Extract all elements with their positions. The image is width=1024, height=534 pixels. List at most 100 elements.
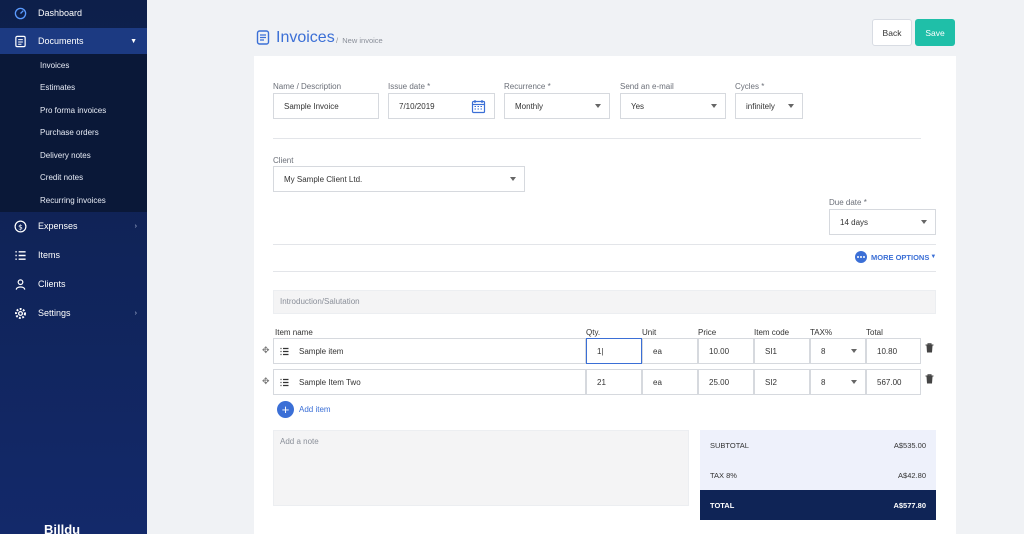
sidebar-item-items[interactable]: Items bbox=[0, 242, 147, 268]
column-header-tax: TAX% bbox=[810, 328, 833, 337]
due-date-select[interactable]: 14 days bbox=[829, 209, 936, 235]
total-field: 567.00 bbox=[866, 369, 921, 395]
documents-submenu: Invoices Estimates Pro forma invoices Pu… bbox=[0, 54, 147, 212]
issue-date-input[interactable]: 7/10/2019 bbox=[388, 93, 495, 119]
caret-down-icon bbox=[788, 104, 794, 108]
submenu-item-recurring[interactable]: Recurring invoices bbox=[40, 196, 106, 205]
subtotal-row: SUBTOTAL A$535.00 bbox=[700, 430, 936, 460]
column-header-price: Price bbox=[698, 328, 717, 337]
send-email-label: Send an e-mail bbox=[620, 82, 674, 91]
dollar-icon: $ bbox=[13, 219, 27, 233]
more-dots-icon bbox=[855, 251, 867, 263]
user-icon bbox=[13, 277, 27, 291]
document-icon bbox=[13, 34, 27, 48]
sidebar-item-label: Dashboard bbox=[38, 8, 83, 18]
send-email-select[interactable]: Yes bbox=[620, 93, 726, 119]
item-code-input[interactable]: SI2 bbox=[754, 369, 810, 395]
item-name-input[interactable]: Sample item bbox=[273, 338, 586, 364]
issue-date-label: Issue date * bbox=[388, 82, 431, 91]
total-row: TOTAL A$577.80 bbox=[700, 490, 936, 520]
calendar-icon[interactable] bbox=[471, 99, 486, 116]
price-input[interactable]: 25.00 bbox=[698, 369, 754, 395]
list-icon bbox=[13, 248, 27, 262]
tax-select[interactable]: 8 bbox=[810, 369, 866, 395]
submenu-item-invoices[interactable]: Invoices bbox=[40, 61, 69, 70]
cycles-select[interactable]: infinitely bbox=[735, 93, 803, 119]
list-icon[interactable] bbox=[280, 378, 289, 389]
sidebar-item-label: Expenses bbox=[38, 221, 78, 231]
tax-select[interactable]: 8 bbox=[810, 338, 866, 364]
unit-input[interactable]: ea bbox=[642, 338, 698, 364]
save-button[interactable]: Save bbox=[915, 19, 955, 46]
gear-icon bbox=[13, 306, 27, 320]
list-icon[interactable] bbox=[280, 347, 289, 358]
sidebar-item-dashboard[interactable]: Dashboard bbox=[0, 0, 147, 26]
brand-logo: Billdu bbox=[44, 522, 81, 534]
column-header-qty: Qty. bbox=[586, 328, 601, 337]
trash-icon[interactable] bbox=[925, 343, 934, 355]
sidebar: Dashboard Documents ▼ Invoices Estimates… bbox=[0, 0, 147, 534]
add-item-button[interactable]: + Add item bbox=[277, 401, 331, 418]
back-button[interactable]: Back bbox=[872, 19, 912, 46]
chevron-right-icon: › bbox=[134, 309, 137, 317]
sidebar-item-label: Clients bbox=[38, 279, 66, 289]
name-label: Name / Description bbox=[273, 82, 342, 91]
chevron-right-icon: › bbox=[134, 222, 137, 230]
dashboard-icon bbox=[13, 6, 27, 20]
column-header-unit: Unit bbox=[642, 328, 657, 337]
sidebar-item-settings[interactable]: Settings › bbox=[0, 300, 147, 326]
name-input[interactable]: Sample Invoice bbox=[273, 93, 379, 119]
breadcrumb: / New invoice bbox=[336, 36, 383, 45]
trash-icon[interactable] bbox=[925, 374, 934, 386]
sidebar-item-clients[interactable]: Clients bbox=[0, 271, 147, 297]
cycles-label: Cycles * bbox=[735, 82, 765, 91]
total-field: 10.80 bbox=[866, 338, 921, 364]
caret-down-icon bbox=[510, 177, 516, 181]
note-textarea[interactable]: Add a note bbox=[273, 430, 689, 506]
divider bbox=[273, 138, 921, 139]
unit-input[interactable]: ea bbox=[642, 369, 698, 395]
submenu-item-delivery-notes[interactable]: Delivery notes bbox=[40, 151, 91, 160]
client-select[interactable]: My Sample Client Ltd. bbox=[273, 166, 525, 192]
sidebar-item-label: Settings bbox=[38, 308, 71, 318]
sidebar-item-label: Items bbox=[38, 250, 61, 260]
item-code-input[interactable]: SI1 bbox=[754, 338, 810, 364]
column-header-item-name: Item name bbox=[275, 328, 313, 337]
client-label: Client bbox=[273, 156, 294, 165]
sidebar-item-expenses[interactable]: $ Expenses › bbox=[0, 213, 147, 239]
due-date-label: Due date * bbox=[829, 198, 867, 207]
price-input[interactable]: 10.00 bbox=[698, 338, 754, 364]
submenu-item-purchase-orders[interactable]: Purchase orders bbox=[40, 128, 99, 137]
item-name-input[interactable]: Sample Item Two bbox=[273, 369, 586, 395]
submenu-item-proforma[interactable]: Pro forma invoices bbox=[40, 106, 106, 115]
caret-down-icon bbox=[921, 220, 927, 224]
divider bbox=[273, 271, 936, 272]
divider bbox=[273, 244, 936, 245]
table-row: ✥ Sample item 1| ea 10.00 SI1 8 10.80 bbox=[262, 338, 934, 364]
invoice-icon bbox=[256, 30, 270, 47]
drag-handle-icon[interactable]: ✥ bbox=[262, 376, 270, 387]
caret-down-icon bbox=[851, 380, 857, 384]
table-row: ✥ Sample Item Two 21 ea 25.00 SI2 8 567.… bbox=[262, 369, 934, 395]
qty-input[interactable]: 21 bbox=[586, 369, 642, 395]
drag-handle-icon[interactable]: ✥ bbox=[262, 345, 270, 356]
plus-icon: + bbox=[277, 401, 294, 418]
page-title: Invoices bbox=[276, 29, 335, 46]
more-options-button[interactable]: MORE OPTIONS ▼ bbox=[855, 251, 936, 263]
caret-down-icon bbox=[711, 104, 717, 108]
caret-down-icon: ▼ bbox=[130, 37, 137, 45]
introduction-textarea[interactable]: Introduction/Salutation bbox=[273, 290, 936, 314]
submenu-item-estimates[interactable]: Estimates bbox=[40, 83, 75, 92]
caret-down-icon bbox=[851, 349, 857, 353]
recurrence-label: Recurrence * bbox=[504, 82, 551, 91]
submenu-item-credit-notes[interactable]: Credit notes bbox=[40, 173, 83, 182]
sidebar-item-label: Documents bbox=[38, 36, 84, 46]
recurrence-select[interactable]: Monthly bbox=[504, 93, 610, 119]
column-header-item-code: Item code bbox=[754, 328, 790, 337]
sidebar-item-documents[interactable]: Documents ▼ bbox=[0, 28, 147, 54]
tax-row: TAX 8% A$42.80 bbox=[700, 460, 936, 490]
caret-down-icon bbox=[595, 104, 601, 108]
column-header-total: Total bbox=[866, 328, 883, 337]
qty-input[interactable]: 1| bbox=[586, 338, 642, 364]
svg-text:$: $ bbox=[18, 222, 23, 231]
